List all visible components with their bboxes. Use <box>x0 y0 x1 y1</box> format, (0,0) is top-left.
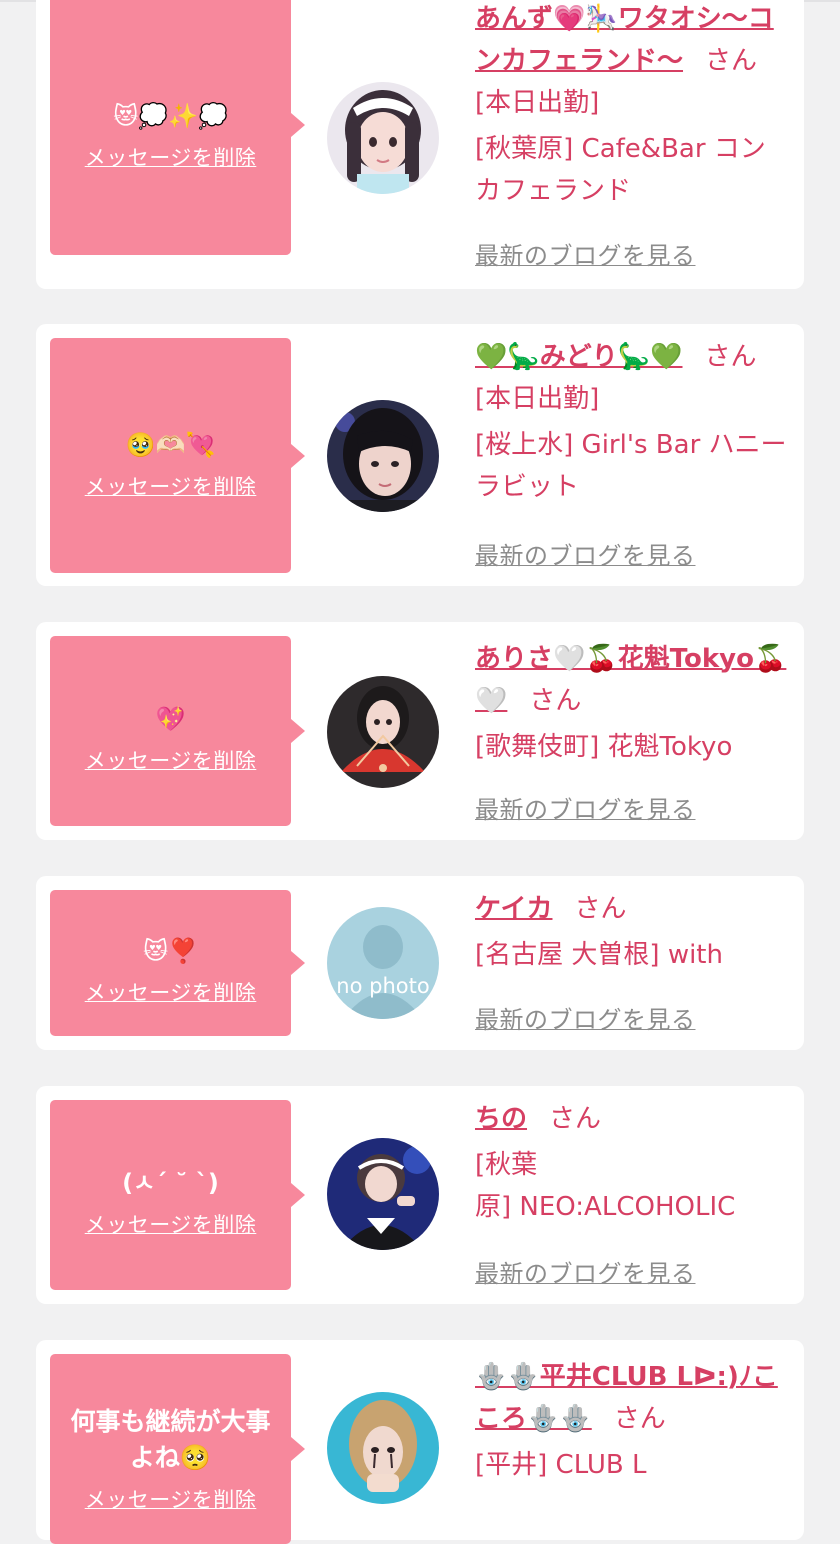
avatar[interactable] <box>327 676 439 788</box>
blog-link[interactable]: 最新のブログを見る <box>475 790 696 825</box>
cast-info: あんず💗🎠ワタオシ〜コンカフェランド〜 さん[本日出勤] [秋葉原] Cafe&B… <box>475 0 790 212</box>
message-text: 😻💭✨💭 <box>113 101 228 130</box>
attendance-status: [本日出勤] <box>475 88 600 118</box>
message-bubble: (ㅅ´ ˘ `) メッセージを削除 <box>50 1100 305 1290</box>
message-text: 🥹🫶🏻💘 <box>125 430 216 459</box>
message-card: 何事も継続が大事よね🥺 メッセージを削除 🪬🪬平井CLUB Lᐅ:)ﾉこころ🪬🪬… <box>36 1340 804 1544</box>
blog-link[interactable]: 最新のブログを見る <box>475 1000 696 1035</box>
honorific: さん <box>705 46 758 76</box>
delete-message-link[interactable]: メッセージを削除 <box>85 142 257 172</box>
cast-info: 💚🦕みどり🦕💚 さん [本日出勤] [桜上水] Girl's Bar ハニーラビット <box>475 336 790 508</box>
message-card: 🥹🫶🏻💘 メッセージを削除 💚🦕みどり🦕💚 さん [本日出勤] [桜上水] Girl… <box>36 324 804 586</box>
avatar[interactable] <box>327 82 439 194</box>
blog-link[interactable]: 最新のブログを見る <box>475 536 696 571</box>
attendance-status: [本日出勤] <box>475 384 600 414</box>
message-bubble: 😻💭✨💭 メッセージを削除 <box>50 0 305 255</box>
honorific: さん <box>574 894 627 924</box>
message-text: 何事も継続が大事よね🥺 <box>70 1407 271 1472</box>
message-bubble: 何事も継続が大事よね🥺 メッセージを削除 <box>50 1354 305 1544</box>
delete-message-link[interactable]: メッセージを削除 <box>85 1209 257 1239</box>
avatar[interactable] <box>327 400 439 512</box>
message-card: 😻❣️ メッセージを削除 no photo ケイカ さん [名古屋 大曽根] wi… <box>36 876 804 1050</box>
message-text: 😻❣️ <box>143 937 198 965</box>
message-text: 💖 <box>155 705 186 733</box>
cast-info: ありさ🤍🍒花魁Tokyo🍒🤍 さん [歌舞伎町] 花魁Tokyo <box>475 638 790 768</box>
cast-name-link[interactable]: ケイカ <box>475 894 552 924</box>
no-photo-text: no photo <box>336 974 429 998</box>
delete-message-link[interactable]: メッセージを削除 <box>85 1484 257 1514</box>
avatar-image <box>327 400 439 512</box>
shop-label: [桜上水] Girl's Bar ハニーラビット <box>475 430 787 502</box>
shop-label: [名古屋 大曽根] with <box>475 940 723 970</box>
blog-link[interactable]: 最新のブログを見る <box>475 1254 696 1289</box>
honorific: さん <box>704 342 757 372</box>
message-bubble: 🥹🫶🏻💘 メッセージを削除 <box>50 338 305 573</box>
avatar-image <box>327 82 439 194</box>
avatar[interactable] <box>327 1392 439 1504</box>
message-card: 😻💭✨💭 メッセージを削除 あんず💗🎠ワタオシ〜コンカフェランド〜 さん[本日出勤… <box>36 0 804 289</box>
blog-link[interactable]: 最新のブログを見る <box>475 236 696 271</box>
shop-label: [秋葉原] Cafe&Bar コンカフェランド <box>475 134 766 206</box>
avatar-image: no photo <box>327 907 439 1019</box>
delete-message-link[interactable]: メッセージを削除 <box>85 471 257 501</box>
honorific: さん <box>613 1404 666 1434</box>
cast-name-link[interactable]: ちの <box>475 1104 527 1134</box>
cast-info: ちの さん [秋葉 原] NEO:ALCOHOLIC <box>475 1098 790 1228</box>
message-card: 💖 メッセージを削除 ありさ🤍🍒花魁Tokyo🍒🤍 さん [歌舞伎町] 花魁Tok… <box>36 622 804 840</box>
cast-info: ケイカ さん [名古屋 大曽根] with <box>475 888 790 976</box>
shop-label: [歌舞伎町] 花魁Tokyo <box>475 732 733 762</box>
avatar-image <box>327 676 439 788</box>
avatar[interactable] <box>327 1138 439 1250</box>
avatar-image <box>327 1392 439 1504</box>
shop-label: [秋葉 原] NEO:ALCOHOLIC <box>475 1150 736 1222</box>
message-text: (ㅅ´ ˘ `) <box>122 1169 219 1197</box>
delete-message-link[interactable]: メッセージを削除 <box>85 977 257 1007</box>
avatar-image <box>327 1138 439 1250</box>
honorific: さん <box>529 686 582 716</box>
delete-message-link[interactable]: メッセージを削除 <box>85 745 257 775</box>
message-bubble: 💖 メッセージを削除 <box>50 636 305 826</box>
avatar[interactable]: no photo <box>327 907 439 1019</box>
message-card: (ㅅ´ ˘ `) メッセージを削除 ちの さん [秋葉 原] NEO:ALCOHO… <box>36 1086 804 1304</box>
cast-info: 🪬🪬平井CLUB Lᐅ:)ﾉこころ🪬🪬 さん [平井] CLUB L <box>475 1356 790 1486</box>
cast-name-link[interactable]: 💚🦕みどり🦕💚 <box>475 342 683 372</box>
cast-name-link[interactable]: ありさ🤍🍒花魁Tokyo🍒🤍 <box>475 644 786 716</box>
shop-label: [平井] CLUB L <box>475 1450 647 1480</box>
honorific: さん <box>549 1104 602 1134</box>
message-bubble: 😻❣️ メッセージを削除 <box>50 890 305 1036</box>
